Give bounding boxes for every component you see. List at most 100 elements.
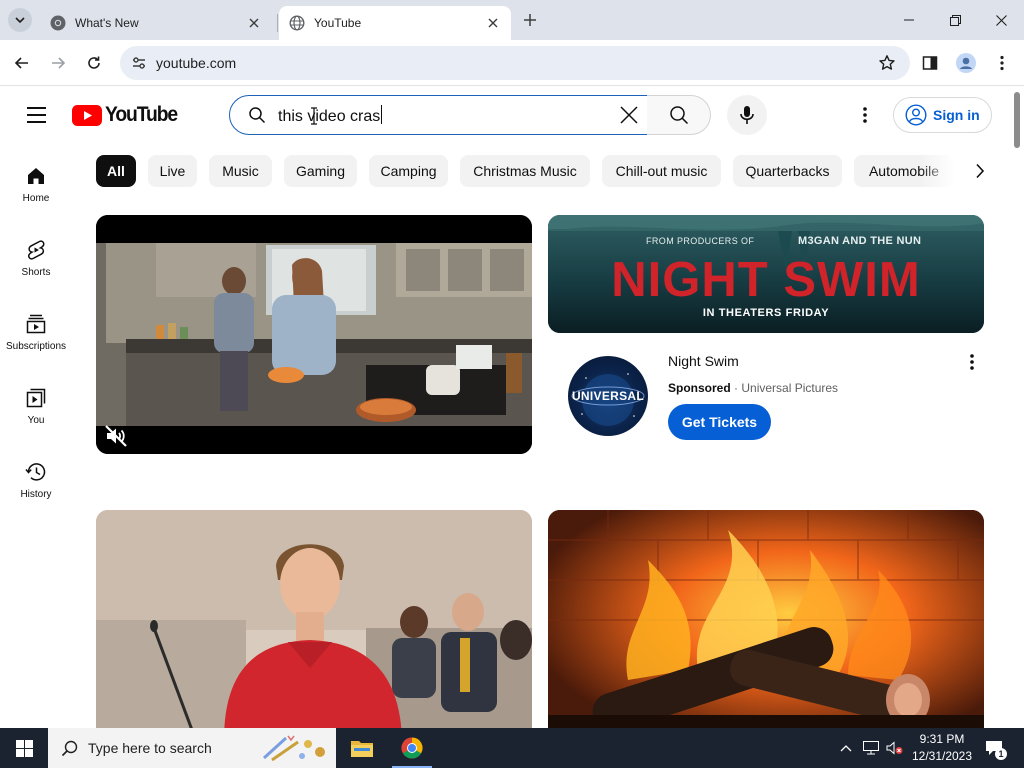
new-tab-button[interactable] [518,8,542,32]
network-tray-button[interactable] [860,728,882,768]
video-thumbnail-courtroom[interactable] [96,510,532,740]
chip-music[interactable]: Music [209,155,272,187]
chrome-menu-button[interactable] [987,48,1017,78]
close-icon [249,18,259,28]
chip-gaming[interactable]: Gaming [284,155,357,187]
sidebar-item-subscriptions[interactable]: Subscriptions [0,291,72,361]
address-bar[interactable]: youtube.com [120,46,910,80]
site-info-button[interactable] [122,46,156,80]
home-icon [28,168,44,184]
taskbar-clock[interactable]: 9:31 PM 12/31/2023 [910,731,974,765]
courtroom-scene-image [96,510,532,740]
get-tickets-button[interactable]: Get Tickets [668,404,771,440]
close-tab-button[interactable] [246,15,262,31]
tab-whats-new[interactable]: What's New [40,6,272,40]
globe-favicon-icon [289,15,305,31]
muted-speaker-icon[interactable] [104,424,128,448]
network-icon [863,741,879,755]
forward-button[interactable] [43,48,73,78]
sponsored-label: Sponsored [668,381,731,395]
sign-in-button[interactable]: Sign in [893,97,992,133]
back-button[interactable] [7,48,37,78]
sidebar-item-label: Home [22,193,50,204]
night-swim-banner-image: FROM PRODUCERS OF M3GAN AND THE NUN NIGH… [548,215,984,333]
logo-wordmark: YouTube [105,103,178,126]
windows-logo-icon [15,739,33,757]
minimize-window-button[interactable] [886,0,932,40]
kitchen-scene-image [96,215,532,454]
speaker-muted-icon [886,741,903,755]
sidebar-item-shorts[interactable]: Shorts [0,217,72,287]
show-hidden-icons-button[interactable] [836,728,856,768]
kebab-menu-icon [970,354,974,370]
video-thumbnail-fireplace[interactable] [548,510,984,740]
chrome-favicon-icon [50,15,66,31]
search-icon [669,106,688,125]
chip-bar: All Live Music Gaming Camping Christmas … [96,155,1016,187]
profile-button[interactable] [951,48,981,78]
search-query-text: this video cras [278,104,617,126]
tab-search-button[interactable] [8,8,32,32]
chip-live[interactable]: Live [148,155,197,187]
search-input[interactable]: this video cras [229,95,648,135]
banner-line1-right: M3GAN AND THE NUN [798,235,921,247]
notifications-button[interactable]: 1 [980,728,1008,768]
chip-bar-fade [920,155,970,187]
advertiser-name[interactable]: Universal Pictures [741,381,838,395]
youtube-play-logo-icon [72,104,102,126]
sidebar-item-home[interactable]: Home [0,143,72,213]
chip-camping[interactable]: Camping [369,155,448,187]
banner-subtitle: IN THEATERS FRIDAY [703,307,829,319]
chip-christmas-music[interactable]: Christmas Music [460,155,590,187]
taskbar-search-box[interactable]: Type here to search [48,728,336,768]
banner-title: NIGHT SWIM [611,253,920,307]
start-button[interactable] [0,728,48,768]
sidebar-item-you[interactable]: You [0,365,72,435]
video-thumbnail-kitchen[interactable] [96,215,532,454]
tab-title: What's New [75,16,139,30]
reload-button[interactable] [79,48,109,78]
sidebar-item-label: History [20,489,52,500]
bookmark-star-icon[interactable] [878,54,896,72]
tab-separator [277,14,278,32]
settings-menu-button[interactable] [850,99,880,131]
voice-search-button[interactable] [727,95,767,135]
arrow-left-icon [14,57,28,69]
url-text: youtube.com [156,55,237,71]
browser-toolbar: youtube.com [0,40,1024,86]
side-panel-button[interactable] [915,48,945,78]
taskbar-file-explorer[interactable] [338,728,386,768]
text-caret [381,104,383,124]
meta-separator: · [734,381,739,395]
close-tab-button[interactable] [485,15,501,31]
chrome-logo-icon [401,737,423,759]
ad-meta: Sponsored · Universal Pictures [668,381,838,395]
page-scrollbar-track [1012,87,1024,728]
guide-menu-button[interactable] [20,99,52,131]
close-window-button[interactable] [978,0,1024,40]
clear-search-button[interactable] [617,103,641,127]
advertiser-avatar[interactable]: UNIVERSAL [568,356,648,436]
youtube-logo[interactable]: YouTube [72,103,183,126]
taskbar-chrome[interactable] [388,728,436,768]
ad-menu-button[interactable] [960,350,984,374]
chip-all[interactable]: All [96,155,136,187]
restore-window-button[interactable] [932,0,978,40]
hamburger-icon-bar [26,121,46,123]
shorts-icon [28,240,45,260]
chips-next-button[interactable] [964,155,996,187]
chip-chill-out-music[interactable]: Chill-out music [602,155,721,187]
tab-youtube[interactable]: YouTube [279,6,511,40]
page-scrollbar-thumb[interactable] [1014,92,1020,148]
sidebar-item-history[interactable]: History [0,439,72,509]
chevron-up-icon [840,745,852,752]
banner-line1-left: FROM PRODUCERS OF [646,236,754,246]
ad-title[interactable]: Night Swim [668,353,739,369]
search-button[interactable] [647,95,711,135]
volume-tray-button[interactable] [884,728,906,768]
reload-icon [88,56,100,69]
chip-quarterbacks[interactable]: Quarterbacks [733,155,842,187]
minimize-icon [904,19,914,21]
plus-icon [524,14,536,26]
ad-banner-night-swim[interactable]: FROM PRODUCERS OF M3GAN AND THE NUN NIGH… [548,215,984,333]
